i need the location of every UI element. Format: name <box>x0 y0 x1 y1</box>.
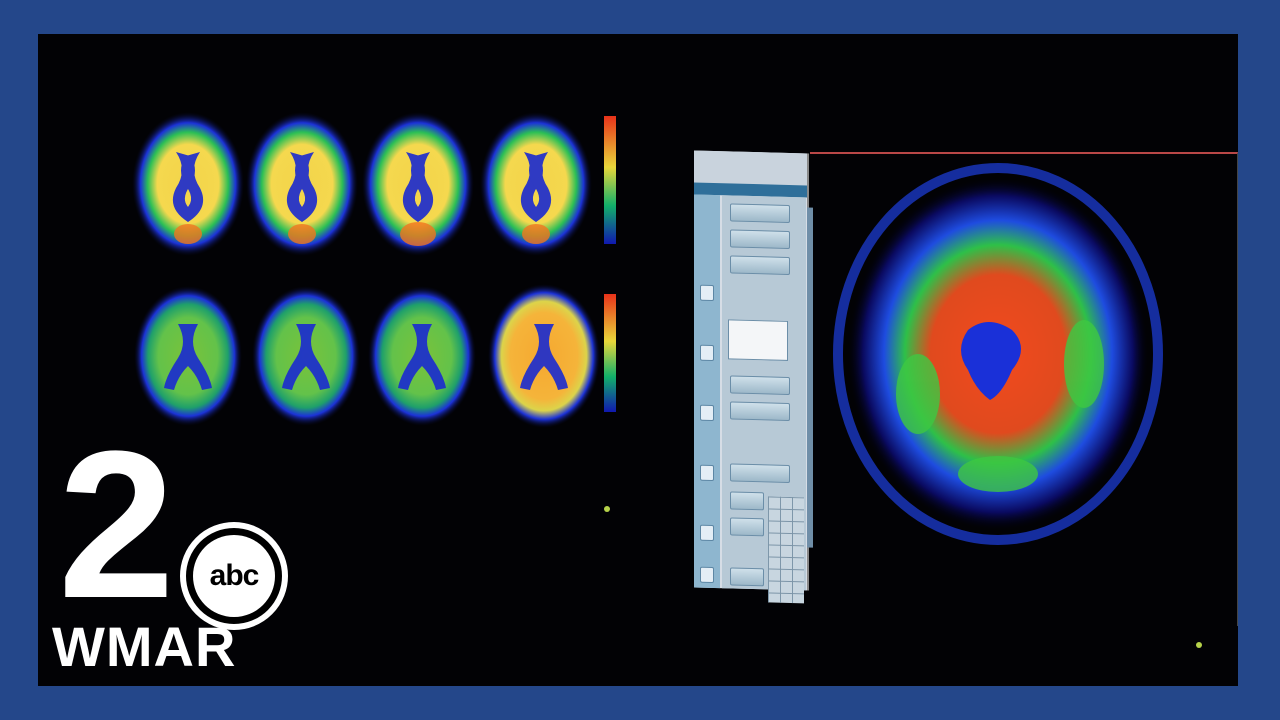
document-icon <box>700 404 714 422</box>
panel-button <box>730 491 764 511</box>
indicator-light <box>604 506 610 512</box>
color-scale-bar <box>604 294 616 412</box>
document-icon <box>700 344 714 362</box>
panel-list-box <box>728 319 788 361</box>
station-call-letters: WMAR <box>52 615 237 678</box>
panel-button <box>730 567 764 587</box>
document-icon <box>700 284 714 302</box>
panel-button <box>730 229 790 250</box>
monitor-screen-frame <box>810 152 1238 626</box>
panel-button <box>730 375 790 396</box>
slice-row-top <box>132 112 592 256</box>
control-column <box>722 195 806 604</box>
software-control-panel <box>694 150 813 604</box>
document-icon <box>700 464 714 482</box>
panel-button <box>730 401 790 422</box>
document-icon <box>700 524 714 542</box>
panel-button <box>730 517 764 537</box>
exit-icon <box>700 566 714 584</box>
tool-rail <box>694 194 720 589</box>
station-logo: 2 abc WMAR <box>48 420 288 678</box>
color-scale-bar <box>604 116 616 244</box>
channel-number: 2 <box>58 407 175 642</box>
panel-button <box>730 255 790 276</box>
panel-button <box>730 463 790 484</box>
panel-button <box>730 203 790 224</box>
slice-row-bottom <box>134 284 600 428</box>
panel-header <box>694 150 807 186</box>
network-name: abc <box>193 535 275 617</box>
tool-grid <box>768 496 804 604</box>
indicator-light <box>1196 642 1202 648</box>
